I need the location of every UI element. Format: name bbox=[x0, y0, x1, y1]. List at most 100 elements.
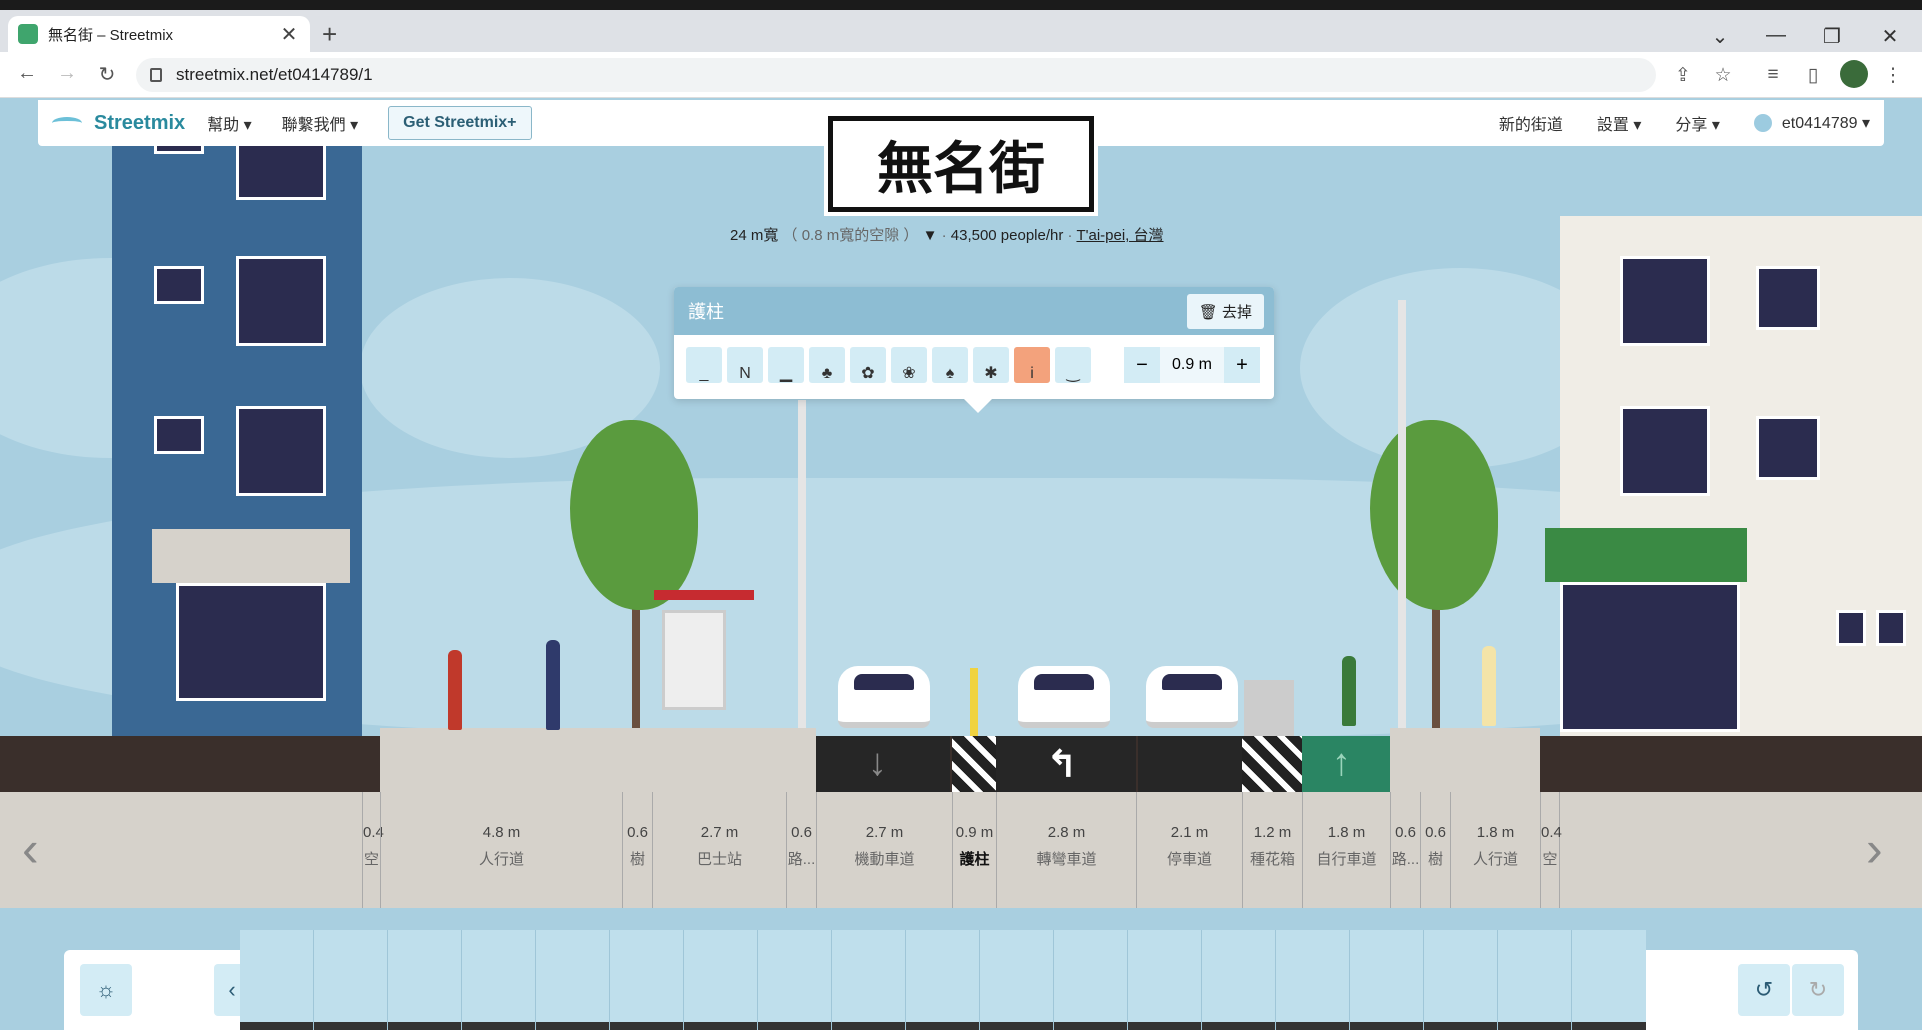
palette-item-bus-stop[interactable] bbox=[1350, 930, 1424, 1030]
increase-width-button[interactable]: + bbox=[1224, 347, 1260, 383]
remove-segment-button[interactable]: 🗑 去掉 bbox=[1186, 293, 1264, 329]
url-field[interactable]: streetmix.net/et0414789/1 bbox=[136, 58, 1656, 92]
bollard-lane[interactable] bbox=[952, 736, 996, 792]
minimize-window-button[interactable]: — bbox=[1756, 24, 1796, 47]
help-menu[interactable]: 幫助 ▾ bbox=[207, 111, 251, 135]
palette-item-streetcar[interactable] bbox=[1202, 930, 1276, 1030]
variant-grass-icon[interactable]: ▁ bbox=[768, 347, 804, 383]
capacity: 43,500 people/hr bbox=[950, 227, 1064, 244]
new-street-menu[interactable]: 新的街道 bbox=[1499, 111, 1563, 135]
reload-icon[interactable]: ↻ bbox=[92, 62, 122, 87]
scroll-left-chevron-icon[interactable]: ‹ bbox=[22, 820, 39, 878]
user-menu[interactable]: et0414789 ▾ bbox=[1782, 113, 1870, 133]
decrease-width-button[interactable]: − bbox=[1124, 347, 1160, 383]
street-name-sign[interactable]: 無名街 bbox=[824, 112, 1098, 216]
palette-item-vendor[interactable] bbox=[1572, 930, 1646, 1030]
street-metadata: 24 m寬 （ 0.8 m寬的空隙 ） ▼ · 43,500 people/hr… bbox=[730, 227, 1164, 244]
palette-item-yellow-bus[interactable] bbox=[1498, 930, 1572, 1030]
palette-item-car[interactable] bbox=[906, 930, 980, 1030]
segment-label[interactable]: 2.1 m 停車道 bbox=[1136, 792, 1242, 908]
redo-icon[interactable]: ↻ bbox=[1792, 964, 1844, 1016]
scroll-right-chevron-icon[interactable]: › bbox=[1866, 820, 1883, 878]
undo-icon[interactable]: ↺ bbox=[1738, 964, 1790, 1016]
get-streetmix-plus-button[interactable]: Get Streetmix+ bbox=[388, 106, 532, 140]
variant-palm-icon[interactable]: ✱ bbox=[973, 347, 1009, 383]
variant-bush-icon[interactable]: ✿ bbox=[850, 347, 886, 383]
street-width[interactable]: 24 m寬 bbox=[730, 227, 778, 244]
segment-label[interactable]: 2.8 m 轉彎車道 bbox=[996, 792, 1136, 908]
segment-label[interactable]: 0.4 空 bbox=[362, 792, 384, 908]
popup-title: 護柱 bbox=[688, 302, 724, 322]
variant-planter-icon[interactable]: ♣ bbox=[809, 347, 845, 383]
pedestrian bbox=[546, 640, 560, 730]
back-arrow-icon[interactable]: ← bbox=[12, 62, 42, 85]
palette-item-light[interactable] bbox=[832, 930, 906, 1030]
palette-item-parking[interactable] bbox=[1054, 930, 1128, 1030]
location-link[interactable]: T'ai-pei, 台灣 bbox=[1076, 227, 1163, 244]
segment-label[interactable]: 2.7 m 巴士站 bbox=[652, 792, 786, 908]
width-value-input[interactable]: 0.9 m bbox=[1160, 347, 1224, 383]
bollard[interactable] bbox=[970, 668, 978, 736]
share-page-icon[interactable]: ⇪ bbox=[1670, 64, 1696, 87]
segment-label[interactable]: 4.8 m 人行道 bbox=[380, 792, 622, 908]
planter-lane[interactable] bbox=[1242, 736, 1302, 792]
palette-item-food-truck[interactable] bbox=[684, 930, 758, 1030]
settings-menu[interactable]: 設置 ▾ bbox=[1597, 111, 1641, 135]
browser-tab[interactable]: 無名街 – Streetmix ✕ bbox=[8, 16, 310, 52]
streetmix-logo[interactable]: Streetmix bbox=[94, 112, 185, 135]
variant-tree-icon[interactable]: ♠ bbox=[932, 347, 968, 383]
palette-item-lightrail[interactable] bbox=[1276, 930, 1350, 1030]
building-window bbox=[154, 416, 204, 454]
building-window bbox=[236, 406, 326, 496]
palette-item-planter[interactable] bbox=[240, 930, 314, 1030]
palette-item-taxi[interactable] bbox=[758, 930, 832, 1030]
side-panel-icon[interactable]: ▯ bbox=[1800, 64, 1826, 87]
variant-empty-icon[interactable]: _ bbox=[686, 347, 722, 383]
segment-label[interactable]: 0.6 路... bbox=[1390, 792, 1420, 908]
app-root: 無名街 – Streetmix ✕ + ⌄ — ❐ ✕ ← → ↻ street… bbox=[0, 0, 1922, 1030]
new-tab-button[interactable]: + bbox=[322, 21, 337, 47]
palette-item-bus[interactable] bbox=[1128, 930, 1202, 1030]
sidewalk-left[interactable] bbox=[380, 728, 816, 792]
segment-label[interactable]: 1.2 m 種花箱 bbox=[1242, 792, 1302, 908]
window-top-strip bbox=[0, 0, 1922, 10]
segment-info-popup: 護柱 🗑 去掉 _ N ▁ ♣ ✿ ❀ ♠ ✱ i ‿ − 0.9 m + bbox=[674, 287, 1274, 399]
pedestrian bbox=[1482, 646, 1496, 726]
segment-label[interactable]: 0.6 樹 bbox=[622, 792, 652, 908]
sun-icon[interactable]: ☼ bbox=[80, 964, 132, 1016]
close-tab-icon[interactable]: ✕ bbox=[278, 22, 300, 47]
segment-label-selected[interactable]: 0.9 m 護柱 bbox=[952, 792, 996, 908]
close-window-button[interactable]: ✕ bbox=[1870, 24, 1910, 49]
palette-item-cone[interactable] bbox=[314, 930, 388, 1030]
segment-label[interactable]: 1.8 m 人行道 bbox=[1450, 792, 1540, 908]
palette-item-car-2[interactable] bbox=[980, 930, 1054, 1030]
restore-window-button[interactable]: ❐ bbox=[1812, 24, 1852, 49]
segment-label[interactable]: 1.8 m 自行車道 bbox=[1302, 792, 1390, 908]
segment-label[interactable]: 2.7 m 機動車道 bbox=[816, 792, 952, 908]
variant-striped-icon[interactable]: N bbox=[727, 347, 763, 383]
browser-profile-avatar[interactable] bbox=[1840, 60, 1868, 88]
popup-pointer bbox=[964, 399, 992, 413]
media-control-icon[interactable]: ≡ bbox=[1760, 64, 1786, 86]
lock-icon bbox=[150, 68, 162, 82]
parking-lane[interactable] bbox=[1138, 736, 1242, 792]
bookmark-star-icon[interactable]: ☆ bbox=[1710, 64, 1736, 87]
palette-item-transit-shelter[interactable] bbox=[1424, 930, 1498, 1030]
sidewalk-right[interactable] bbox=[1390, 728, 1540, 792]
palette-item-pedestrian[interactable] bbox=[388, 930, 462, 1030]
palette-item-bike-rack[interactable] bbox=[610, 930, 684, 1030]
segment-label[interactable]: 0.4 空 bbox=[1540, 792, 1562, 908]
share-menu[interactable]: 分享 ▾ bbox=[1675, 111, 1719, 135]
variant-flowers-icon[interactable]: ❀ bbox=[891, 347, 927, 383]
tab-search-chevron-icon[interactable]: ⌄ bbox=[1700, 24, 1740, 49]
palette-item-bike-lane[interactable] bbox=[536, 930, 610, 1030]
contact-menu[interactable]: 聯繫我們 ▾ bbox=[282, 111, 358, 135]
variant-bollard-icon[interactable]: i bbox=[1014, 347, 1050, 383]
segment-label[interactable]: 0.6 路... bbox=[786, 792, 816, 908]
variant-dome-icon[interactable]: ‿ bbox=[1055, 347, 1091, 383]
width-dropdown-icon[interactable]: ▼ bbox=[923, 227, 938, 244]
browser-menu-icon[interactable]: ⋮ bbox=[1880, 64, 1906, 87]
palette-item-scooter[interactable] bbox=[462, 930, 536, 1030]
forward-arrow-icon[interactable]: → bbox=[52, 62, 82, 85]
segment-label[interactable]: 0.6 樹 bbox=[1420, 792, 1450, 908]
